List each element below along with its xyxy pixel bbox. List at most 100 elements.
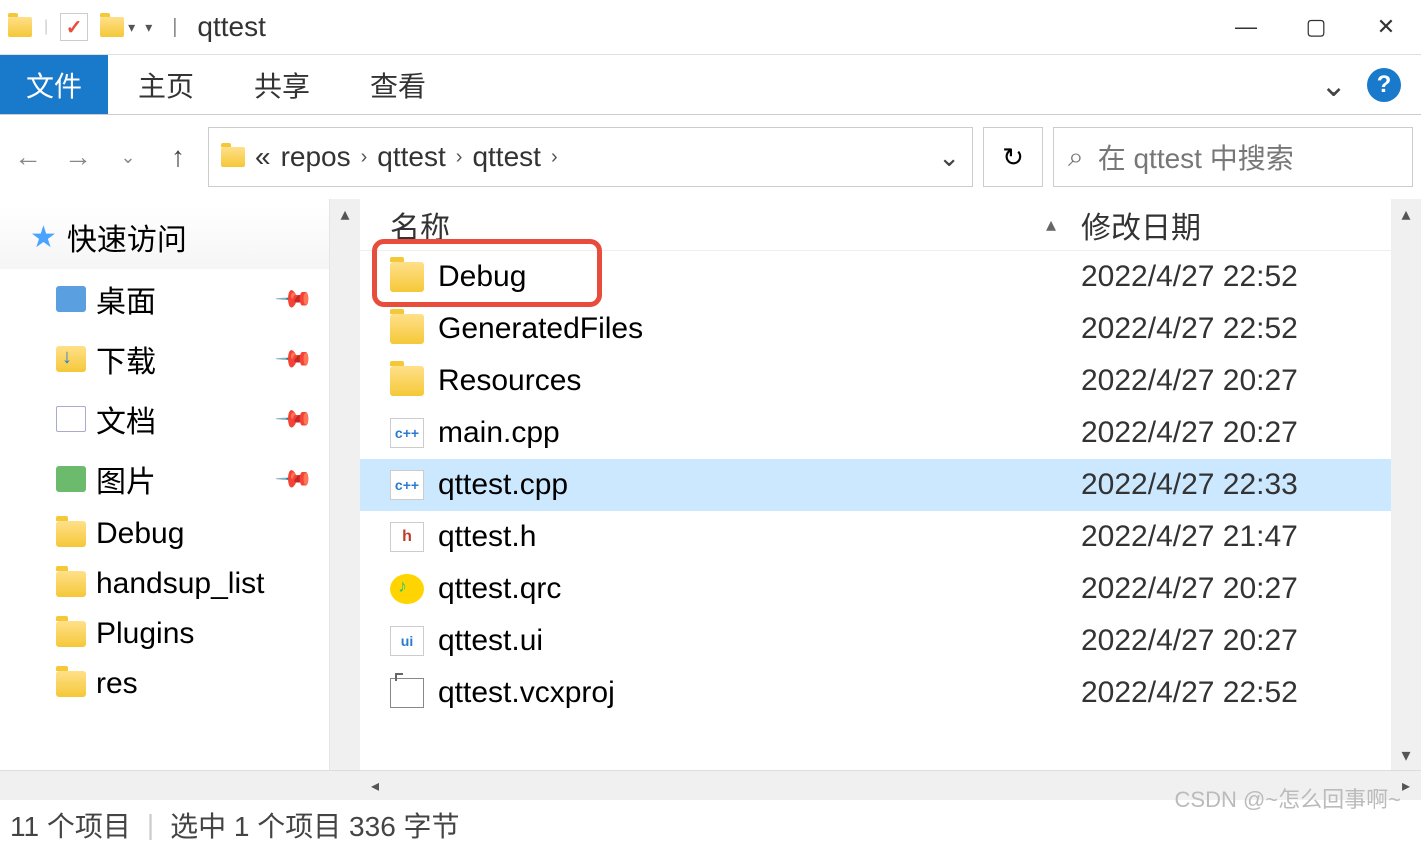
minimize-button[interactable]: — (1211, 0, 1281, 55)
sidebar-item-label: Plugins (96, 617, 194, 651)
sidebar-item-label: handsup_list (96, 567, 264, 601)
file-name: qttest.qrc (438, 572, 561, 606)
h-icon: h (390, 522, 424, 552)
navbar: ← → ⌄ ↑ « repos › qttest › qttest › ⌄ ↻ … (0, 115, 1421, 199)
qat-folder-icon (100, 17, 124, 37)
ribbon-expand-icon[interactable]: ⌄ (1320, 66, 1347, 104)
search-box[interactable]: ⌕ 在 qttest 中搜索 (1053, 127, 1413, 187)
chevron-right-icon[interactable]: › (361, 146, 368, 169)
file-pane: 名称 ▴ 修改日期 Debug 2022/4/27 22:52 GeneratedF… (360, 199, 1391, 770)
sidebar-item-label: Debug (96, 517, 184, 551)
help-icon[interactable]: ? (1367, 68, 1401, 102)
file-list: Debug2022/4/27 22:52GeneratedFiles2022/4… (360, 251, 1391, 770)
maximize-button[interactable]: ▢ (1281, 0, 1351, 55)
file-row[interactable]: h qttest.h 2022/4/27 21:47 (360, 511, 1391, 563)
sidebar-item-文档[interactable]: 文档 📌 (0, 389, 329, 449)
sidebar: ★ 快速访问 桌面📌下载📌文档📌图片📌Debughandsup_listPlug… (0, 199, 330, 770)
scroll-left-icon[interactable]: ◂ (360, 771, 390, 800)
file-date: 2022/4/27 20:27 (1081, 624, 1391, 658)
ribbon-tab-view[interactable]: 查看 (340, 55, 456, 114)
address-dropdown-icon[interactable]: ⌄ (938, 142, 960, 173)
file-name: main.cpp (438, 416, 560, 450)
file-row[interactable]: GeneratedFiles2022/4/27 22:52 (360, 303, 1391, 355)
file-name: qttest.h (438, 520, 536, 554)
file-row[interactable]: Resources 2022/4/27 20:27 (360, 355, 1391, 407)
close-button[interactable]: ✕ (1351, 0, 1421, 55)
folder-icon (56, 521, 86, 547)
crumb-qttest1[interactable]: qttest (377, 141, 445, 173)
folder-icon (56, 671, 86, 697)
pin-icon: 📌 (273, 338, 315, 380)
sidebar-item-下载[interactable]: 下载📌 (0, 329, 329, 389)
scroll-up-icon[interactable]: ▴ (330, 199, 360, 229)
file-date: 2022/4/27 22:52 (1081, 676, 1391, 710)
file-date: 2022/4/27 21:47 (1081, 520, 1391, 554)
pic-icon (56, 466, 86, 492)
nav-forward-button[interactable]: → (58, 137, 98, 177)
file-name: qttest.vcxproj (438, 676, 615, 710)
crumb-ellipsis[interactable]: « (255, 141, 271, 173)
sidebar-item-label: 文档 (96, 397, 156, 441)
nav-history-dropdown[interactable]: ⌄ (108, 137, 148, 177)
main-area: ★ 快速访问 桌面📌下载📌文档📌图片📌Debughandsup_listPlug… (0, 199, 1421, 770)
column-name[interactable]: 名称 (390, 203, 1021, 247)
scroll-down-icon[interactable]: ▾ (1391, 740, 1421, 770)
status-selection: 选中 1 个项目 336 字节 (170, 805, 459, 845)
address-bar[interactable]: « repos › qttest › qttest › ⌄ (208, 127, 973, 187)
nav-up-button[interactable]: ↑ (158, 137, 198, 177)
sort-indicator-icon[interactable]: ▴ (1021, 212, 1081, 237)
file-scrollbar[interactable]: ▴ ▾ (1391, 199, 1421, 770)
quick-access-label: 快速访问 (67, 215, 187, 259)
crumb-repos[interactable]: repos (281, 141, 351, 173)
file-row[interactable]: Debug 2022/4/27 22:52 (360, 251, 1391, 303)
file-row[interactable]: qttest.vcxproj 2022/4/27 22:52 (360, 667, 1391, 719)
sidebar-item-handsup_list[interactable]: handsup_list (0, 559, 329, 609)
file-date: 2022/4/27 20:27 (1081, 572, 1391, 606)
file-row[interactable]: qttest.qrc 2022/4/27 20:27 (360, 563, 1391, 615)
file-row[interactable]: c++main.cpp2022/4/27 20:27 (360, 407, 1391, 459)
sidebar-item-res[interactable]: res (0, 659, 329, 709)
folder-icon (390, 366, 424, 396)
status-sep: | (147, 809, 154, 841)
qat-properties-icon[interactable]: ✓ (60, 13, 88, 41)
vcx-icon (390, 678, 424, 708)
column-date[interactable]: 修改日期 (1081, 203, 1391, 247)
folder-icon (56, 621, 86, 647)
ribbon-tab-home[interactable]: 主页 (108, 55, 224, 114)
sidebar-item-桌面[interactable]: 桌面📌 (0, 269, 329, 329)
scroll-up-icon[interactable]: ▴ (1391, 199, 1421, 229)
nav-back-button[interactable]: ← (8, 137, 48, 177)
titlebar: | ✓ ▾ ▾ | qttest — ▢ ✕ (0, 0, 1421, 55)
chevron-down-icon: ▾ (128, 19, 135, 36)
ribbon: 文件 主页 共享 查看 ⌄ ? (0, 55, 1421, 115)
file-name: Debug (438, 260, 526, 294)
folder-icon (56, 571, 86, 597)
ribbon-tab-share[interactable]: 共享 (224, 55, 340, 114)
cpp-icon: c++ (390, 418, 424, 448)
sidebar-item-debug[interactable]: Debug (0, 509, 329, 559)
file-date: 2022/4/27 20:27 (1081, 364, 1391, 398)
ribbon-file-tab[interactable]: 文件 (0, 55, 108, 114)
sidebar-item-plugins[interactable]: Plugins (0, 609, 329, 659)
pin-icon: 📌 (273, 398, 315, 440)
file-date: 2022/4/27 22:52 (1081, 260, 1391, 294)
sidebar-quick-access[interactable]: ★ 快速访问 (0, 205, 329, 269)
sidebar-item-图片[interactable]: 图片📌 (0, 449, 329, 509)
file-name: GeneratedFiles (438, 312, 643, 346)
search-icon: ⌕ (1068, 141, 1084, 174)
chevron-right-icon[interactable]: › (551, 146, 558, 169)
chevron-right-icon[interactable]: › (456, 146, 463, 169)
refresh-button[interactable]: ↻ (983, 127, 1043, 187)
sidebar-item-label: res (96, 667, 138, 701)
sidebar-scrollbar[interactable]: ▴ (330, 199, 360, 770)
crumb-qttest2[interactable]: qttest (472, 141, 540, 173)
sidebar-item-label: 桌面 (96, 277, 156, 321)
folder-icon (390, 262, 424, 292)
titlebar-sep: | (44, 18, 48, 36)
qat-dropdown[interactable]: ▾ ▾ (100, 17, 152, 37)
overflow-icon: ▾ (145, 19, 152, 36)
file-name: Resources (438, 364, 581, 398)
desktop-icon (56, 286, 86, 312)
file-row[interactable]: c++qttest.cpp2022/4/27 22:33 (360, 459, 1391, 511)
file-row[interactable]: uiqttest.ui2022/4/27 20:27 (360, 615, 1391, 667)
